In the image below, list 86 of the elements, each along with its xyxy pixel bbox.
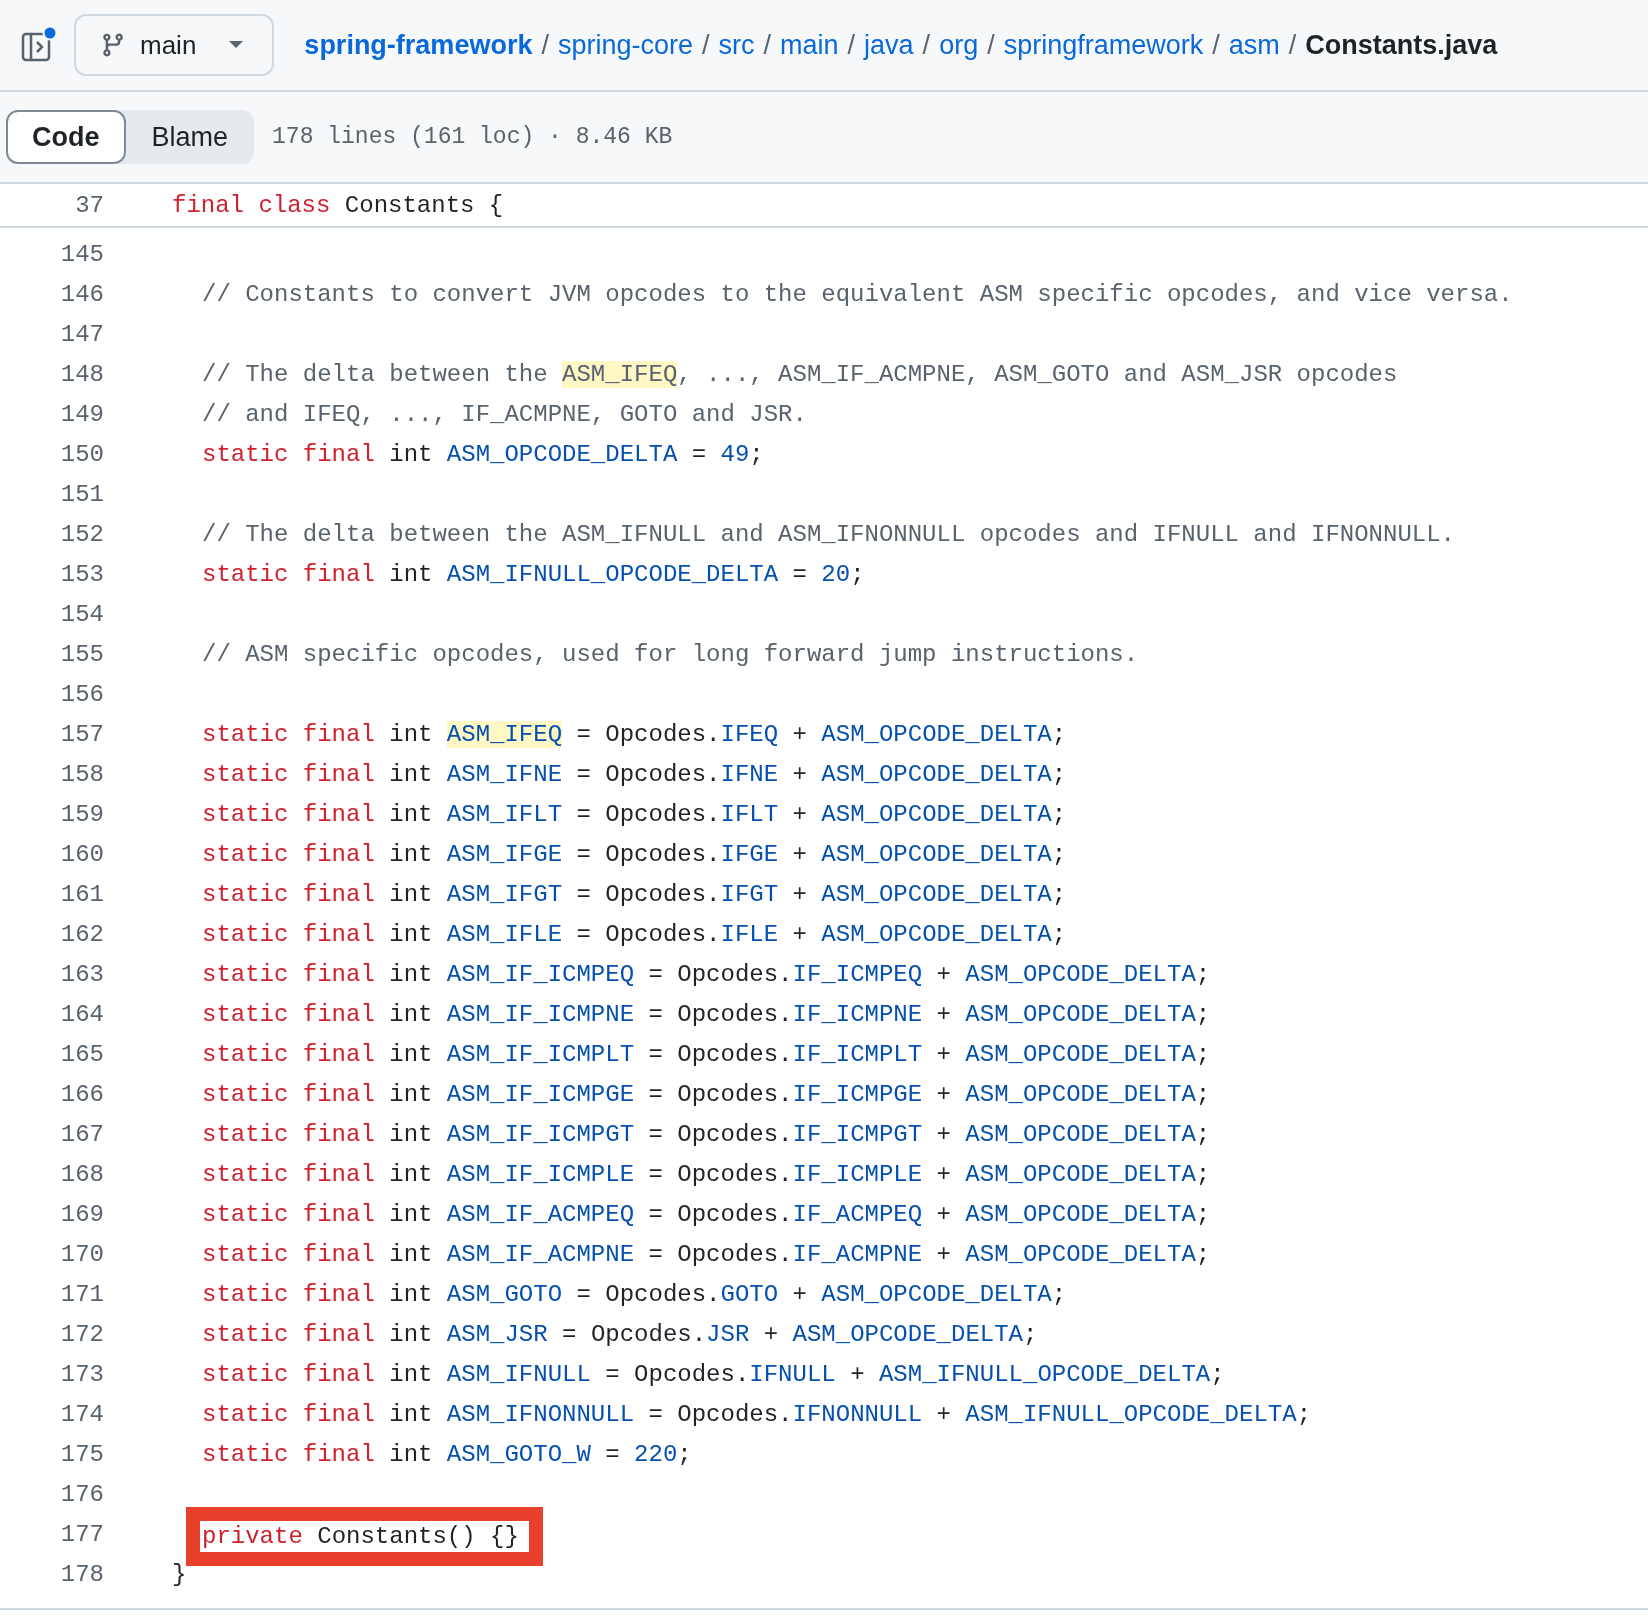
code-line: static final int ASM_IF_ICMPLT = Opcodes.IF_ICMPLT + ASM_OPCODE_DELTA; (202, 1040, 1211, 1068)
line-number: 167 (59, 1120, 104, 1148)
line-number: 156 (59, 680, 104, 708)
line-number: 172 (59, 1320, 104, 1348)
view-tab[interactable]: Blame (125, 110, 255, 164)
code-line: static final int ASM_IF_ACMPNE = Opcodes.IF_ACMPNE + ASM_OPCODE_DELTA; (202, 1240, 1211, 1268)
file-info: 178 lines (161 loc) · 8.46 KB (272, 124, 673, 150)
line-number: 174 (59, 1400, 104, 1428)
line-number: 176 (59, 1480, 104, 1508)
code-line: static final int ASM_IFLT = Opcodes.IFLT + ASM_OPCODE_DELTA; (202, 800, 1067, 828)
line-number: 175 (59, 1440, 104, 1468)
line-number: 171 (59, 1280, 104, 1308)
line-number: 162 (59, 920, 104, 948)
code-line: // ASM specific opcodes, used for long forward jump instructions. (202, 640, 1139, 668)
path-separator: / (702, 29, 710, 61)
code-line: static final int ASM_IF_ICMPLE = Opcodes.IF_ICMPLE + ASM_OPCODE_DELTA; (202, 1160, 1211, 1188)
code-line: // and IFEQ, ..., IF_ACMPNE, GOTO and JSR. (202, 400, 807, 428)
path-separator: / (1288, 29, 1297, 61)
line-number: 166 (59, 1080, 104, 1108)
line-number: 173 (59, 1360, 104, 1388)
path-separator: / (1212, 29, 1220, 61)
code-line: static final int ASM_OPCODE_DELTA = 49; (202, 440, 764, 468)
line-number: 152 (59, 520, 104, 548)
line-number: 158 (59, 760, 104, 788)
code-line: static final int ASM_IFNULL_OPCODE_DELTA = 20; (202, 560, 865, 588)
code-line: final class Constants { (172, 191, 504, 219)
branch-icon (100, 31, 126, 59)
code-line: static final int ASM_IFEQ = Opcodes.IFEQ + ASM_OPCODE_DELTA; (202, 720, 1067, 748)
line-number: 153 (59, 560, 104, 588)
path-separator: / (847, 29, 856, 61)
breadcrumb-link[interactable]: org (939, 29, 979, 61)
code-line: static final int ASM_GOTO_W = 220; (202, 1440, 692, 1468)
code-line: static final int ASM_JSR = Opcodes.JSR + ASM_OPCODE_DELTA; (202, 1320, 1038, 1348)
line-number: 177 (59, 1520, 104, 1548)
code-line: static final int ASM_IF_ICMPGT = Opcodes.IF_ICMPGT + ASM_OPCODE_DELTA; (202, 1120, 1211, 1148)
line-number: 37 (74, 191, 104, 219)
code-line: // The delta between the ASM_IFNULL and ASM_IFNONNULL opcodes and IFNULL and IFNONNULL. (202, 520, 1455, 548)
code-line: static final int ASM_IFNONNULL = Opcodes.IFNONNULL + ASM_IFNULL_OPCODE_DELTA; (202, 1400, 1312, 1428)
code-line: static final int ASM_IF_ACMPEQ = Opcodes.IF_ACMPEQ + ASM_OPCODE_DELTA; (202, 1200, 1211, 1228)
line-number: 163 (59, 960, 104, 988)
line-number: 165 (59, 1040, 104, 1068)
line-number: 178 (59, 1560, 104, 1588)
view-tab[interactable]: Code (6, 110, 126, 164)
line-number: 150 (59, 440, 104, 468)
line-number: 146 (59, 280, 104, 308)
breadcrumb-link[interactable]: main (780, 29, 839, 61)
line-number: 161 (59, 880, 104, 908)
line-number: 159 (59, 800, 104, 828)
path-separator: / (763, 29, 772, 61)
breadcrumb-link[interactable]: spring-framework (304, 29, 533, 61)
breadcrumb-link[interactable]: java (864, 29, 914, 61)
line-number: 151 (59, 480, 104, 508)
line-number: 155 (59, 640, 104, 668)
code-line: static final int ASM_IF_ICMPNE = Opcodes.IF_ICMPNE + ASM_OPCODE_DELTA; (202, 1000, 1211, 1028)
line-number: 145 (59, 240, 104, 268)
line-number: 149 (59, 400, 104, 428)
code-line: static final int ASM_IF_ICMPGE = Opcodes.IF_ICMPGE + ASM_OPCODE_DELTA; (202, 1080, 1211, 1108)
path-separator: / (922, 29, 931, 61)
breadcrumb-link[interactable]: spring-core (557, 29, 693, 61)
code-line: static final int ASM_IFGT = Opcodes.IFGT + ASM_OPCODE_DELTA; (202, 880, 1067, 908)
code-line: static final int ASM_IFGE = Opcodes.IFGE + ASM_OPCODE_DELTA; (202, 840, 1067, 868)
branch-selector[interactable]: main (74, 14, 275, 76)
code-line: // The delta between the ASM_IFEQ, ..., ASM_IF_ACMPNE, ASM_GOTO and ASM_JSR opcodes (202, 360, 1398, 388)
code-line: static final int ASM_IFNE = Opcodes.IFNE + ASM_OPCODE_DELTA; (202, 760, 1067, 788)
code-line: static final int ASM_IFNULL = Opcodes.IFNULL + ASM_IFNULL_OPCODE_DELTA; (202, 1360, 1225, 1388)
code-line: static final int ASM_IFLE = Opcodes.IFLE + ASM_OPCODE_DELTA; (202, 920, 1067, 948)
code-line: // Constants to convert JVM opcodes to the equivalent ASM specific opcodes, and vice versa. (202, 280, 1513, 308)
line-number: 147 (59, 320, 104, 348)
caret-icon (228, 40, 245, 50)
code-line: static final int ASM_GOTO = Opcodes.GOTO + ASM_OPCODE_DELTA; (202, 1280, 1067, 1308)
breadcrumb-link[interactable]: src (718, 29, 755, 61)
path-separator: / (541, 29, 549, 61)
line-number: 168 (59, 1160, 104, 1188)
breadcrumb-link[interactable]: asm (1228, 29, 1280, 61)
code-line: } (172, 1560, 187, 1588)
line-number: 169 (59, 1200, 104, 1228)
current-file-name: Constants.java (1305, 29, 1498, 61)
line-number: 164 (59, 1000, 104, 1028)
breadcrumb-link[interactable]: springframework (1003, 29, 1204, 61)
line-number: 154 (59, 600, 104, 628)
path-separator: / (987, 29, 995, 61)
line-number: 148 (59, 360, 104, 388)
code-line: static final int ASM_IF_ICMPEQ = Opcodes.IF_ICMPEQ + ASM_OPCODE_DELTA; (202, 960, 1211, 988)
line-number: 160 (59, 840, 104, 868)
line-number: 157 (59, 720, 104, 748)
line-number: 170 (59, 1240, 104, 1268)
